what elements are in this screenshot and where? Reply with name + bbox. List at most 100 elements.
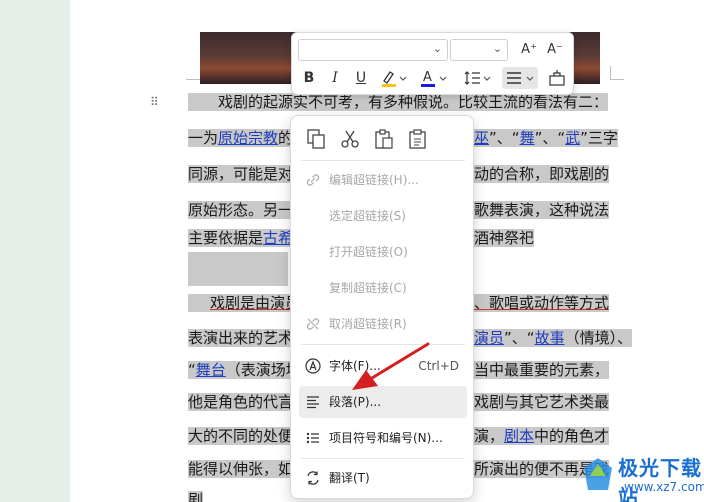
menu-item-bullets-numbering[interactable]: 项目符号和编号(N)... [299, 422, 467, 454]
text-run: 表演出来的艺术 [188, 329, 294, 347]
menu-item-select-hyperlink[interactable]: 选定超链接(S) [299, 200, 467, 232]
doc-line: 剧 [188, 482, 204, 502]
line-spacing-glyph [464, 71, 491, 85]
hyperlink[interactable]: 剧本 [504, 427, 535, 445]
doc-line: 演，剧本中的角色才 [474, 418, 610, 454]
paste-icon[interactable] [373, 128, 395, 150]
menu-item-label: 选定超链接(S) [329, 209, 406, 223]
margin-corner-mark [186, 66, 200, 80]
font-icon [305, 358, 321, 374]
text-run: 大的不同的处便 [188, 427, 294, 445]
menu-item-remove-hyperlink[interactable]: 取消超链接(R) [299, 308, 467, 340]
text-run: 动的合称，即戏剧的 [474, 165, 610, 183]
text-run: 当中最重要的元素， [474, 361, 610, 379]
menu-item-label: 打开超链接(O) [329, 245, 408, 259]
font-size-select[interactable]: ⌄ [450, 39, 508, 61]
text-run: 他是角色的代言 [188, 393, 294, 411]
text-run: ”三字 [580, 129, 618, 147]
translate-icon [307, 471, 319, 485]
bullets-icon [306, 432, 319, 444]
paragraph-icon [307, 396, 319, 409]
menu-item-open-hyperlink[interactable]: 打开超链接(O) [299, 236, 467, 268]
watermark-title: 极光下载站 [618, 456, 702, 502]
doc-line: 、歌唱或动作等方式 [474, 285, 610, 321]
font-color-icon[interactable]: A [418, 67, 448, 89]
decrease-font-icon[interactable]: A⁻ [544, 39, 566, 61]
context-menu: 编辑超链接(H)... 选定超链接(S) 打开超链接(O) 复制超链接(C) 取… [290, 115, 474, 499]
hyperlink[interactable]: 舞 [519, 129, 535, 147]
doc-line: “舞台（表演场地 [188, 352, 301, 388]
text-run: 酒神祭祀 [474, 229, 535, 247]
italic-icon[interactable]: I [324, 67, 346, 89]
menu-item-translate[interactable]: 翻译(T) [299, 462, 467, 494]
line-spacing-icon[interactable] [462, 67, 492, 89]
copy-icon[interactable] [305, 128, 327, 150]
doc-line: 戏剧是由演员 [188, 285, 301, 321]
menu-item-font[interactable]: 字体(F)... Ctrl+D [299, 350, 467, 382]
paste-special-icon[interactable] [407, 128, 429, 150]
hyperlink[interactable]: 巫 [474, 129, 490, 147]
menu-item-edit-hyperlink[interactable]: 编辑超链接(H)... [299, 164, 467, 196]
bold-icon[interactable]: B [298, 67, 320, 89]
selection-block [188, 252, 288, 286]
text-run: 、歌唱或动作等方式 [474, 294, 610, 312]
menu-separator [301, 344, 465, 345]
floating-format-toolbar: ⌄ ⌄ A⁺ A⁻ B I U A [291, 32, 574, 95]
watermark-icon [584, 458, 612, 490]
text-run: 同源，可能是对 [188, 165, 294, 183]
menu-item-label: 复制超链接(C) [329, 281, 407, 295]
text-run: 戏剧是由演员 [188, 294, 301, 312]
watermark-url: www.xz7.com [624, 480, 704, 494]
menu-item-label: 编辑超链接(H)... [329, 173, 419, 187]
doc-line: 主要依据是古希 [188, 220, 294, 256]
menu-item-label: 项目符号和编号(N)... [329, 431, 443, 445]
doc-line: 大的不同的处便 [188, 418, 294, 454]
clear-format-icon[interactable] [546, 67, 568, 89]
text-run: 能得以伸张，如 [188, 460, 294, 478]
text-run: 原始形态。另一 [188, 201, 294, 219]
left-gutter [0, 0, 70, 502]
align-glyph [507, 72, 534, 84]
highlight-pen-icon [382, 71, 407, 87]
text-run: 戏剧与其它艺术类最 [474, 393, 610, 411]
text-run: 演， [474, 427, 505, 445]
menu-item-copy-hyperlink[interactable]: 复制超链接(C) [299, 272, 467, 304]
doc-line: 演员”、“故事（情境）、 [474, 320, 633, 356]
svg-text:A: A [423, 70, 432, 85]
text-run: 戏剧的起源实不可考，有多种假说。比较王流的看法有二： [188, 93, 609, 111]
edit-link-icon [306, 174, 320, 186]
doc-line: 酒神祭祀 [474, 220, 535, 256]
chevron-down-icon: ⌄ [492, 42, 502, 55]
text-run: ”、“ [534, 129, 566, 147]
align-icon[interactable] [502, 67, 538, 89]
text-run: 一为 [188, 129, 219, 147]
doc-line: 表演出来的艺术 [188, 320, 294, 356]
font-name-select[interactable]: ⌄ [298, 39, 448, 61]
menu-separator [301, 160, 465, 161]
doc-line: 巫”、“舞”、“武”三字 [474, 120, 618, 156]
increase-font-icon[interactable]: A⁺ [518, 39, 540, 61]
doc-line: 他是角色的代言 [188, 384, 294, 420]
text-run: “ [188, 361, 196, 379]
font-color-glyph: A [421, 70, 447, 87]
menu-item-shortcut: Ctrl+D [418, 359, 459, 373]
clipboard-icon-row [291, 116, 475, 160]
highlight-icon[interactable] [378, 67, 408, 89]
hyperlink[interactable]: 古希 [263, 229, 294, 247]
menu-item-label: 翻译(T) [329, 471, 370, 485]
doc-line: 能得以伸张，如 [188, 451, 294, 487]
chevron-down-icon: ⌄ [432, 42, 442, 55]
doc-line: 一为原始宗教的 [188, 120, 294, 156]
menu-separator [301, 458, 465, 459]
cut-icon[interactable] [339, 128, 361, 150]
drag-handle-icon[interactable]: ⠿ [150, 94, 160, 110]
hyperlink[interactable]: 故事 [534, 329, 565, 347]
hyperlink[interactable]: 原始宗教 [218, 129, 279, 147]
menu-item-paragraph[interactable]: 段落(P)... [299, 386, 467, 418]
hyperlink[interactable]: 演员 [474, 329, 505, 347]
underline-icon[interactable]: U [350, 67, 372, 89]
text-run: 剧 [188, 491, 204, 502]
hyperlink[interactable]: 武 [565, 129, 581, 147]
unlink-icon [306, 318, 320, 330]
hyperlink[interactable]: 舞台 [195, 361, 226, 379]
